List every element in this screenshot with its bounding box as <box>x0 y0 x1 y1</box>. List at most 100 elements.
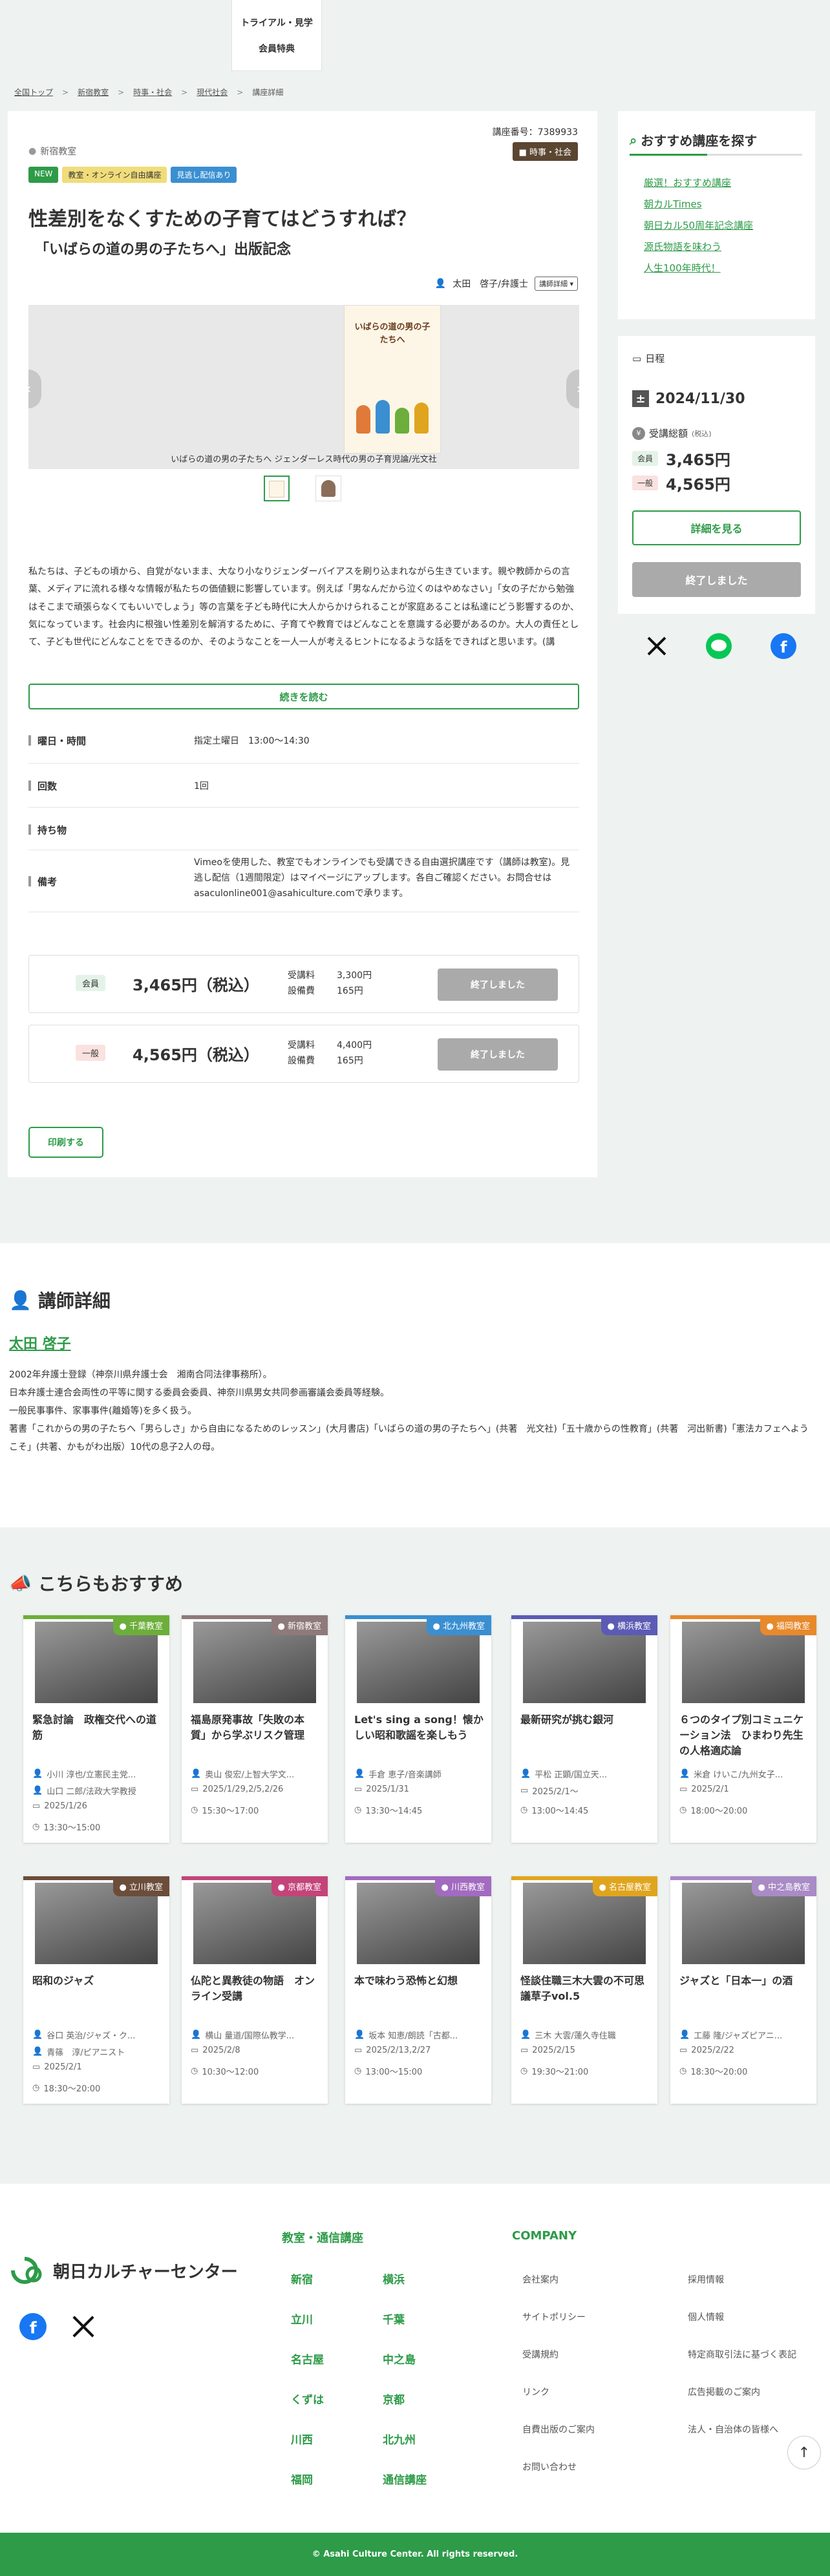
slider-next-button[interactable]: › <box>566 370 579 408</box>
calendar-icon: ▭ <box>32 1801 41 1811</box>
price-amount: 4,565円（税込） <box>133 1046 259 1064</box>
course-time: ◷ 13:00〜15:00 <box>354 2065 484 2077</box>
recommend-section-title: 📣 こちらもおすすめ <box>9 1570 183 1596</box>
side-link[interactable]: 源氏物語を味わう <box>644 240 753 253</box>
lecturer-detail-dropdown[interactable]: 講師詳細 ▾ <box>534 277 578 291</box>
school-name: 川西教室 <box>451 1883 485 1892</box>
footer-class-link[interactable]: 京都 <box>383 2391 459 2407</box>
share-facebook-button[interactable]: f <box>771 633 796 659</box>
tag-online: 教室・オンライン自由講座 <box>62 167 167 183</box>
price-type-badge: 会員 <box>632 451 659 466</box>
course-card[interactable]: ● 川西教室 本で味わう恐怖と幻想 👤 坂本 知恵/朗読「古都... ▭ 2025/2/1… <box>345 1876 491 2104</box>
footer-company-link[interactable]: お問い合わせ <box>522 2460 688 2473</box>
price-amount: 4,565円 <box>666 476 730 494</box>
course-card[interactable]: ● 中之島教室 ジャズと「日本一」の酒 👤 工藤 隆/ジャズピアニ... ▭ 2025/2… <box>670 1876 816 2104</box>
course-card[interactable]: ● 千葉教室 緊急討論 政権交代への道筋 👤 小川 淳也/立憲民主党... 👤 山口 二郎… <box>23 1615 169 1843</box>
print-button[interactable]: 印刷する <box>28 1127 103 1158</box>
course-title: 緊急討論 政権交代への道筋 <box>32 1713 157 1741</box>
breadcrumb-top[interactable]: 全国トップ <box>14 87 53 98</box>
slide-thumbnail[interactable] <box>264 476 290 501</box>
course-lecturer: 👤 手倉 恵子/音楽講師 <box>354 1768 484 1780</box>
lecturer-section-title: 👤 講師詳細 <box>9 1287 111 1313</box>
footer-company-link[interactable]: リンク <box>522 2385 688 2398</box>
genre-badge[interactable]: ■ 時事・社会 <box>512 142 578 161</box>
person-icon: 👤 <box>434 278 447 289</box>
footer-class-link[interactable]: 通信講座 <box>383 2471 459 2487</box>
footer-class-link[interactable]: 新宿 <box>291 2270 383 2287</box>
side-link[interactable]: 厳選！おすすめ講座 <box>644 176 753 189</box>
clock-icon: ◷ <box>191 2066 198 2076</box>
footer-class-link[interactable]: くずは <box>291 2391 383 2407</box>
clock-icon: ◷ <box>32 2083 40 2093</box>
slide-thumbnail[interactable] <box>315 476 341 501</box>
ended-button[interactable]: 終了しました <box>438 1038 558 1071</box>
footer-class-link[interactable]: 中之島 <box>383 2351 459 2367</box>
calendar-icon: ▭ <box>354 2046 363 2055</box>
breadcrumb-separator: > <box>181 87 188 97</box>
side-schedule-card: ▭ 日程 ± 2024/11/30 ¥ 受講総額 (税込) 会員 3,465円 … <box>618 336 815 614</box>
course-card[interactable]: ● 横浜教室 最新研究が挑む銀河 👤 平松 正顕/国立天... ▭ 2025/2/1〜 ◷ 1… <box>511 1615 657 1843</box>
back-to-top-button[interactable]: ↑ <box>787 2436 821 2469</box>
footer-company-link[interactable]: 採用情報 <box>688 2273 826 2286</box>
footer-class-link[interactable]: 名古屋 <box>291 2351 383 2367</box>
calendar-icon: ▭ <box>191 1785 199 1794</box>
lecturer-name-link[interactable]: 太田 啓子 <box>9 1332 71 1353</box>
breadcrumb-current: 講座詳細 <box>252 88 284 97</box>
course-card[interactable]: ● 福岡教室 ６つのタイプ別コミュニケーション法 ひまわり先生の人格適応論 👤 米倉 … <box>670 1615 816 1843</box>
school-name: 福岡教室 <box>776 1622 810 1631</box>
price-type-badge: 一般 <box>632 476 659 490</box>
footer-logo[interactable]: 朝日カルチャーセンター <box>10 2255 238 2286</box>
breadcrumb-genre[interactable]: 時事・社会 <box>133 87 172 98</box>
breadcrumb-subgenre[interactable]: 現代社会 <box>197 87 228 98</box>
footer-company-link[interactable]: 広告掲載のご案内 <box>688 2385 826 2398</box>
time-text: 13:30〜14:45 <box>365 1806 423 1816</box>
course-lecturer: 👤 奥山 俊宏/上智大学文... <box>191 1768 320 1780</box>
side-link[interactable]: 朝日カル50周年記念講座 <box>644 218 753 232</box>
slider-prev-button[interactable]: ‹ <box>28 370 41 408</box>
course-lecturer: 👤 谷口 英治/ジャズ・ク... <box>32 2029 162 2041</box>
footer-class-link[interactable]: 北九州 <box>383 2431 459 2447</box>
trial-visit-button[interactable]: トライアル・見学 会員特典 <box>231 0 322 71</box>
detail-button[interactable]: 詳細を見る <box>632 510 801 545</box>
person-icon: 👤 <box>32 1786 43 1796</box>
share-line-button[interactable] <box>706 633 732 659</box>
lecturer-line: 👤 太田 啓子/弁護士 講師詳細 ▾ <box>435 277 578 291</box>
footer-company-link[interactable]: 受講規約 <box>522 2348 688 2361</box>
footer-company-link[interactable]: 個人情報 <box>688 2310 826 2323</box>
lecturer-name: 青篠 淳/ピアニスト <box>47 2048 125 2058</box>
price-box-general: 一般 4,565円（税込） 受講料 4,400円 設備費 165円 終了しました <box>28 1025 579 1083</box>
footer-x-button[interactable] <box>70 2313 97 2343</box>
footer-class-link[interactable]: 福岡 <box>291 2471 383 2487</box>
footer-class-link[interactable]: 立川 <box>291 2310 383 2327</box>
course-card[interactable]: ● 新宿教室 福島原発事故「失敗の本質」から学ぶリスク管理 👤 奥山 俊宏/上智大学文… <box>182 1615 328 1843</box>
side-link[interactable]: 人生100年時代！ <box>644 261 753 275</box>
share-x-button[interactable] <box>644 633 670 659</box>
calendar-icon: ▭ <box>679 2046 688 2055</box>
footer-company-link[interactable]: 会社案内 <box>522 2273 688 2286</box>
lecturer-name: 平松 正顕/国立天... <box>535 1770 608 1780</box>
breadcrumb-school[interactable]: 新宿教室 <box>78 87 109 98</box>
footer-company-link[interactable]: 自費出版のご案内 <box>522 2423 688 2436</box>
course-card[interactable]: ● 北九州教室 Let's sing a song！懐かしい昭和歌謡を楽しもう 👤 手… <box>345 1615 491 1843</box>
course-card[interactable]: ● 立川教室 昭和のジャズ 👤 谷口 英治/ジャズ・ク... 👤 青篠 淳/ピアニスト ▭ 2… <box>23 1876 169 2104</box>
school-name: 横浜教室 <box>617 1622 651 1631</box>
footer-class-link[interactable]: 川西 <box>291 2431 383 2447</box>
search-icon: ⌕ <box>630 132 637 148</box>
footer-facebook-button[interactable]: f <box>19 2313 47 2343</box>
time-text: 15:30〜17:00 <box>202 1806 259 1816</box>
footer-class-link[interactable]: 横浜 <box>383 2270 459 2287</box>
time-text: 18:30〜20:00 <box>43 2084 101 2094</box>
ended-button[interactable]: 終了しました <box>632 562 801 597</box>
lecturer-name: 谷口 英治/ジャズ・ク... <box>47 2031 136 2041</box>
ended-button[interactable]: 終了しました <box>438 969 558 1001</box>
side-member-price: 会員 3,465円 <box>632 447 730 470</box>
footer-company-link[interactable]: 法人・自治体の皆様へ <box>688 2423 826 2436</box>
course-card[interactable]: ● 名古屋教室 怪談住職三木大雲の不可思議草子vol.5 👤 三木 大雲/蓮久寺住職 ▭… <box>511 1876 657 2104</box>
footer-company-link[interactable]: 特定商取引法に基づく表記 <box>688 2348 826 2361</box>
read-more-button[interactable]: 続きを読む <box>28 684 579 709</box>
course-time: ◷ 18:30〜20:00 <box>32 2082 162 2094</box>
footer-company-link[interactable]: サイトポリシー <box>522 2310 688 2323</box>
footer-class-link[interactable]: 千葉 <box>383 2310 459 2327</box>
course-card[interactable]: ● 京都教室 仏陀と異教徒の物語 オンライン受講 👤 横山 量道/国際仏教学... ▭ 2… <box>182 1876 328 2104</box>
side-link[interactable]: 朝カルTimes <box>644 197 753 211</box>
